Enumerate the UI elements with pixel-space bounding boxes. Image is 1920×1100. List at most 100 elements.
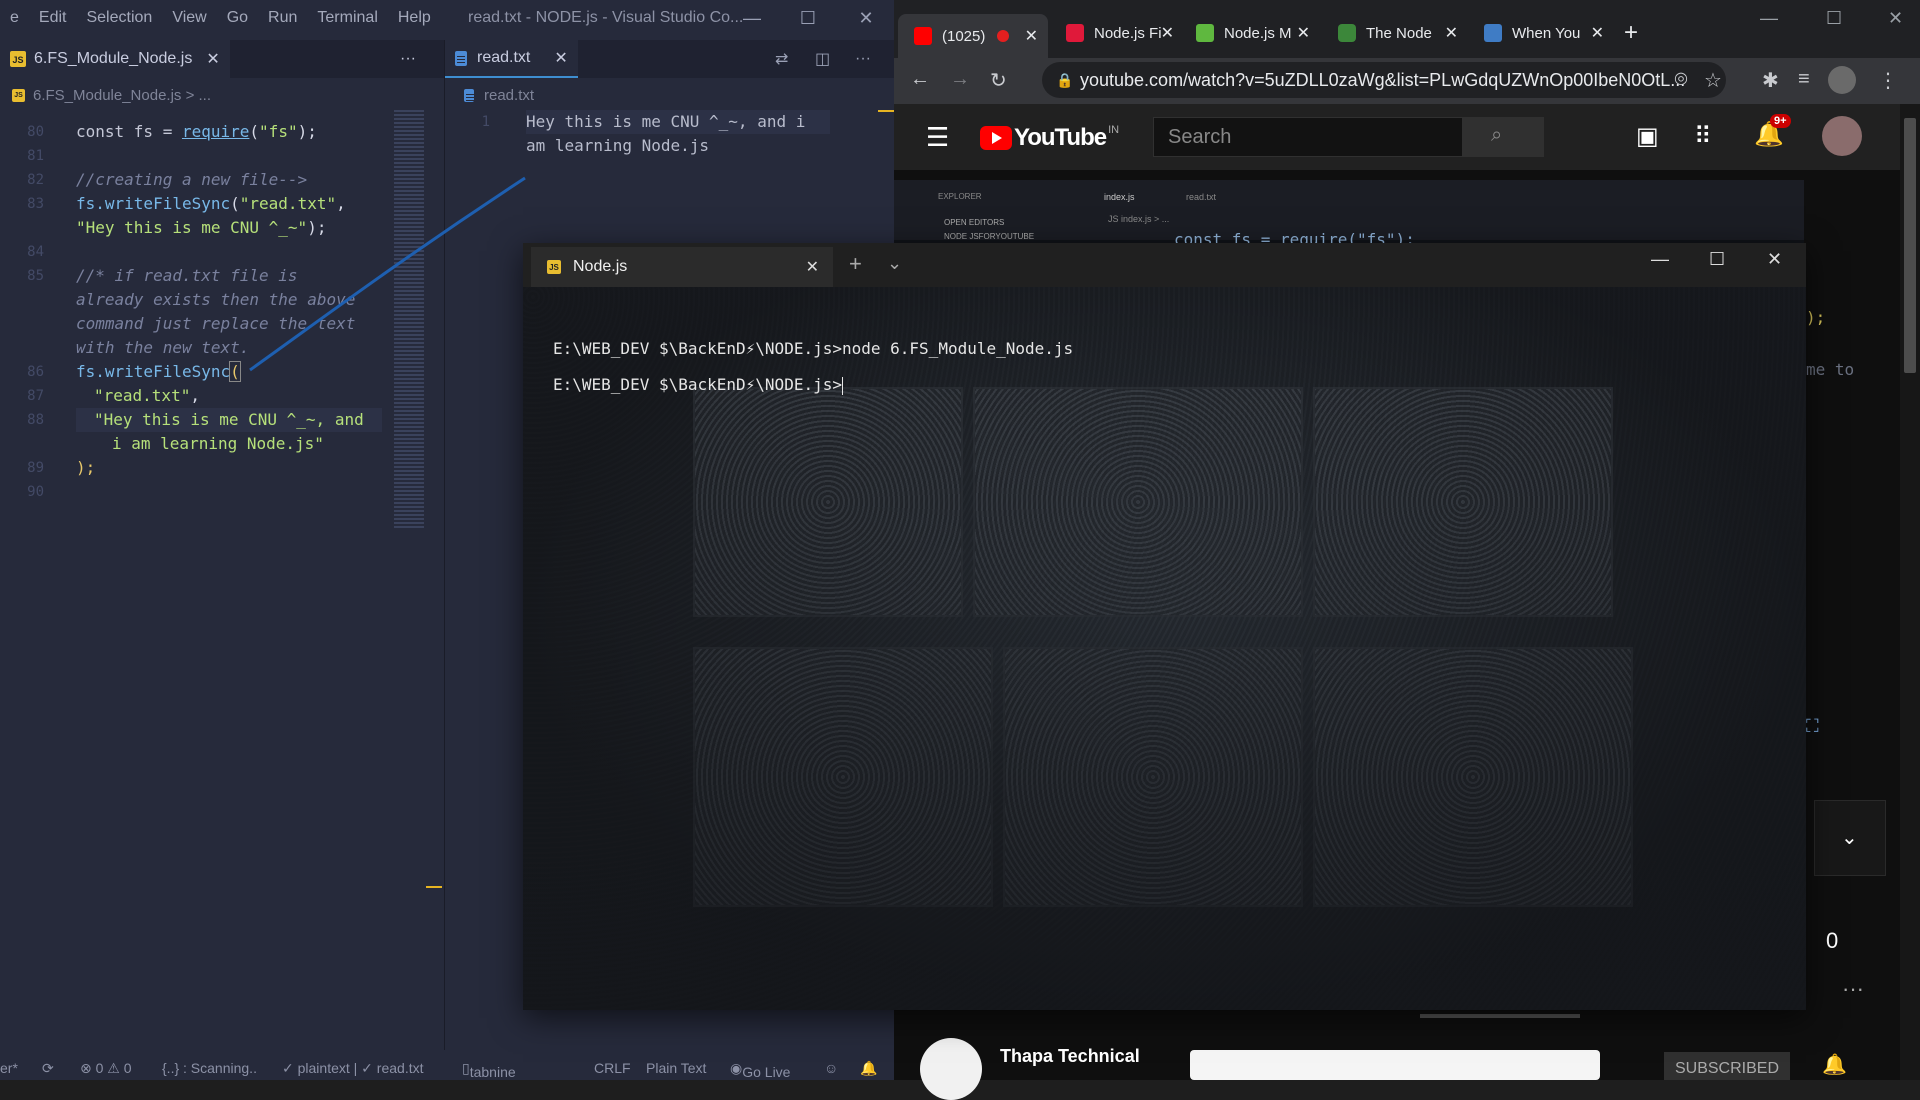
bell-icon[interactable]: 🔔 (1822, 1052, 1847, 1077)
subscribe-button[interactable]: SUBSCRIBED (1664, 1052, 1790, 1080)
terminal-body[interactable]: E:\WEB_DEV $\BackEnD⚡\NODE.js>node 6.FS_… (523, 287, 1806, 1010)
menu-help[interactable]: Help (388, 0, 441, 36)
tab-close-icon[interactable]: ✕ (1161, 23, 1174, 43)
chevron-down-icon[interactable]: ⌄ (887, 253, 902, 274)
tab-close-icon[interactable]: ✕ (806, 257, 819, 277)
chrome-tab[interactable]: Node.js M ✕ (1192, 18, 1314, 48)
menu-file[interactable]: e (0, 0, 29, 36)
code-line: const fs = require("fs"); (76, 122, 317, 141)
tab-fs-module[interactable]: JS 6.FS_Module_Node.js ✕ (0, 40, 230, 78)
horizontal-scroll-indicator (1420, 1014, 1580, 1018)
chrome-tab[interactable]: When You ✕ (1480, 18, 1608, 48)
profile-avatar[interactable] (1828, 66, 1856, 94)
maximize-icon[interactable]: ☐ (1826, 8, 1842, 29)
chrome-tab-youtube[interactable]: (1025) ✕ (898, 14, 1048, 58)
more-actions-icon[interactable]: ··· (390, 40, 426, 78)
more-options-icon[interactable]: ··· (1842, 976, 1864, 1002)
tab-close-icon[interactable]: ✕ (1591, 23, 1604, 43)
tab-label: read.txt (477, 49, 531, 66)
expand-panel-button[interactable]: ⌄ (1814, 800, 1886, 876)
menu-terminal[interactable]: Terminal (307, 0, 387, 36)
code-line: "read.txt", (94, 386, 200, 405)
tab-close-icon[interactable]: ✕ (1297, 23, 1310, 43)
menu-go[interactable]: Go (217, 0, 258, 36)
youtube-logo[interactable]: YouTube IN (980, 124, 1119, 152)
menu-edit[interactable]: Edit (29, 0, 77, 36)
minimize-icon[interactable]: — (1760, 8, 1778, 29)
tabnine-status[interactable]: ▯ tabnine (462, 1060, 516, 1080)
account-avatar[interactable] (1822, 116, 1862, 156)
more-actions-icon[interactable]: ··· (845, 40, 881, 78)
text-editor[interactable]: 1 Hey this is me CNU ^_~, and i am learn… (460, 110, 890, 170)
eol-status[interactable]: CRLF (594, 1060, 631, 1076)
chrome-tab[interactable]: The Node ✕ (1334, 18, 1462, 48)
reload-icon[interactable]: ↻ (990, 68, 1007, 93)
hamburger-menu-icon[interactable]: ☰ (926, 122, 949, 153)
tab-close-icon[interactable]: ✕ (1025, 26, 1038, 46)
maximize-icon[interactable]: ☐ (1709, 249, 1725, 270)
back-icon[interactable]: ← (910, 68, 930, 91)
extensions-icon[interactable]: ✱ (1762, 68, 1779, 93)
language-mode[interactable]: Plain Text (646, 1060, 706, 1076)
address-bar[interactable]: 🔒 youtube.com/watch?v=5uZDLL0zaWg&list=P… (1042, 62, 1726, 98)
forward-icon[interactable]: → (950, 68, 970, 91)
close-icon[interactable]: ✕ (1767, 249, 1782, 270)
scroll-marker (878, 110, 894, 112)
feedback-icon[interactable]: ☺ (824, 1060, 838, 1076)
media-control-icon[interactable]: ≡ (1798, 68, 1810, 91)
search-input[interactable]: Search (1153, 117, 1463, 157)
tab-close-icon[interactable]: ✕ (554, 48, 567, 68)
chrome-tab[interactable]: Node.js Fi ✕ (1062, 18, 1178, 48)
tab-read-txt[interactable]: read.txt ✕ (445, 40, 578, 78)
problems-indicator[interactable]: ⊗ 0 ⚠ 0 (80, 1060, 132, 1077)
code-line: fs.writeFileSync( (76, 361, 241, 382)
close-icon[interactable]: ✕ (1888, 8, 1903, 29)
compare-changes-icon[interactable]: ⇄ (765, 40, 798, 78)
plaintext-status[interactable]: ✓ plaintext | ✓ read.txt (282, 1060, 424, 1077)
terminal-tab[interactable]: JS Node.js ✕ (531, 247, 833, 287)
chrome-menu-icon[interactable]: ⋮ (1878, 68, 1898, 93)
bookmark-star-icon[interactable]: ☆ (1704, 68, 1722, 93)
code-line: "Hey this is me CNU ^_~, and (76, 408, 382, 432)
breadcrumb-text[interactable]: read.txt (484, 87, 534, 104)
line-number: 80 (27, 124, 44, 140)
notifications-icon[interactable]: 🔔 (860, 1060, 877, 1077)
menu-selection[interactable]: Selection (76, 0, 162, 36)
text-file-icon (455, 50, 467, 66)
video-toolbar-extension[interactable] (1190, 1050, 1600, 1080)
sync-icon[interactable]: ⟳ (42, 1060, 54, 1077)
channel-name[interactable]: Thapa Technical (1000, 1046, 1140, 1067)
breadcrumb-text[interactable]: 6.FS_Module_Node.js > ... (33, 87, 211, 104)
split-editor-icon[interactable]: ◫ (805, 40, 840, 78)
code-line: i am learning Node.js" (112, 434, 324, 453)
new-tab-icon[interactable]: + (849, 251, 862, 277)
scrollbar-thumb[interactable] (1904, 118, 1916, 373)
menu-run[interactable]: Run (258, 0, 307, 36)
tracking-blocked-icon[interactable]: ◎ (1674, 68, 1688, 88)
apps-grid-icon[interactable]: ⠿ (1694, 122, 1712, 151)
code-line: ); (76, 458, 96, 477)
tab-close-icon[interactable]: ✕ (206, 49, 219, 69)
site-favicon (1484, 24, 1502, 42)
close-icon[interactable]: ✕ (854, 6, 878, 30)
create-video-icon[interactable]: ▣ (1636, 122, 1659, 151)
new-tab-button[interactable]: + (1624, 18, 1638, 48)
line-number: 83 (27, 196, 44, 212)
fullscreen-icon[interactable]: ⛶ (1806, 716, 1846, 738)
minimize-icon[interactable]: — (1651, 249, 1669, 270)
page-scrollbar[interactable] (1900, 104, 1920, 1080)
search-button[interactable]: ⌕ (1462, 117, 1544, 157)
youtube-header: ☰ YouTube IN Search ⌕ ▣ ⠿ 🔔 9+ (894, 104, 1920, 170)
minimize-icon[interactable]: — (740, 6, 764, 30)
tab-title: Node.js M (1224, 24, 1292, 42)
menu-view[interactable]: View (162, 0, 216, 36)
text-line: Hey this is me CNU ^_~, and i (526, 112, 806, 131)
status-left-item[interactable]: er* (0, 1060, 18, 1076)
tab-close-icon[interactable]: ✕ (1445, 23, 1458, 43)
breadcrumb: JS 6.FS_Module_Node.js > ... (12, 84, 211, 106)
maximize-icon[interactable]: ☐ (796, 6, 820, 30)
go-live-button[interactable]: ◉ Go Live (730, 1060, 790, 1080)
channel-avatar[interactable] (920, 1038, 982, 1100)
video-code-fragment: me to (1806, 360, 1855, 379)
line-number: 86 (27, 364, 44, 380)
